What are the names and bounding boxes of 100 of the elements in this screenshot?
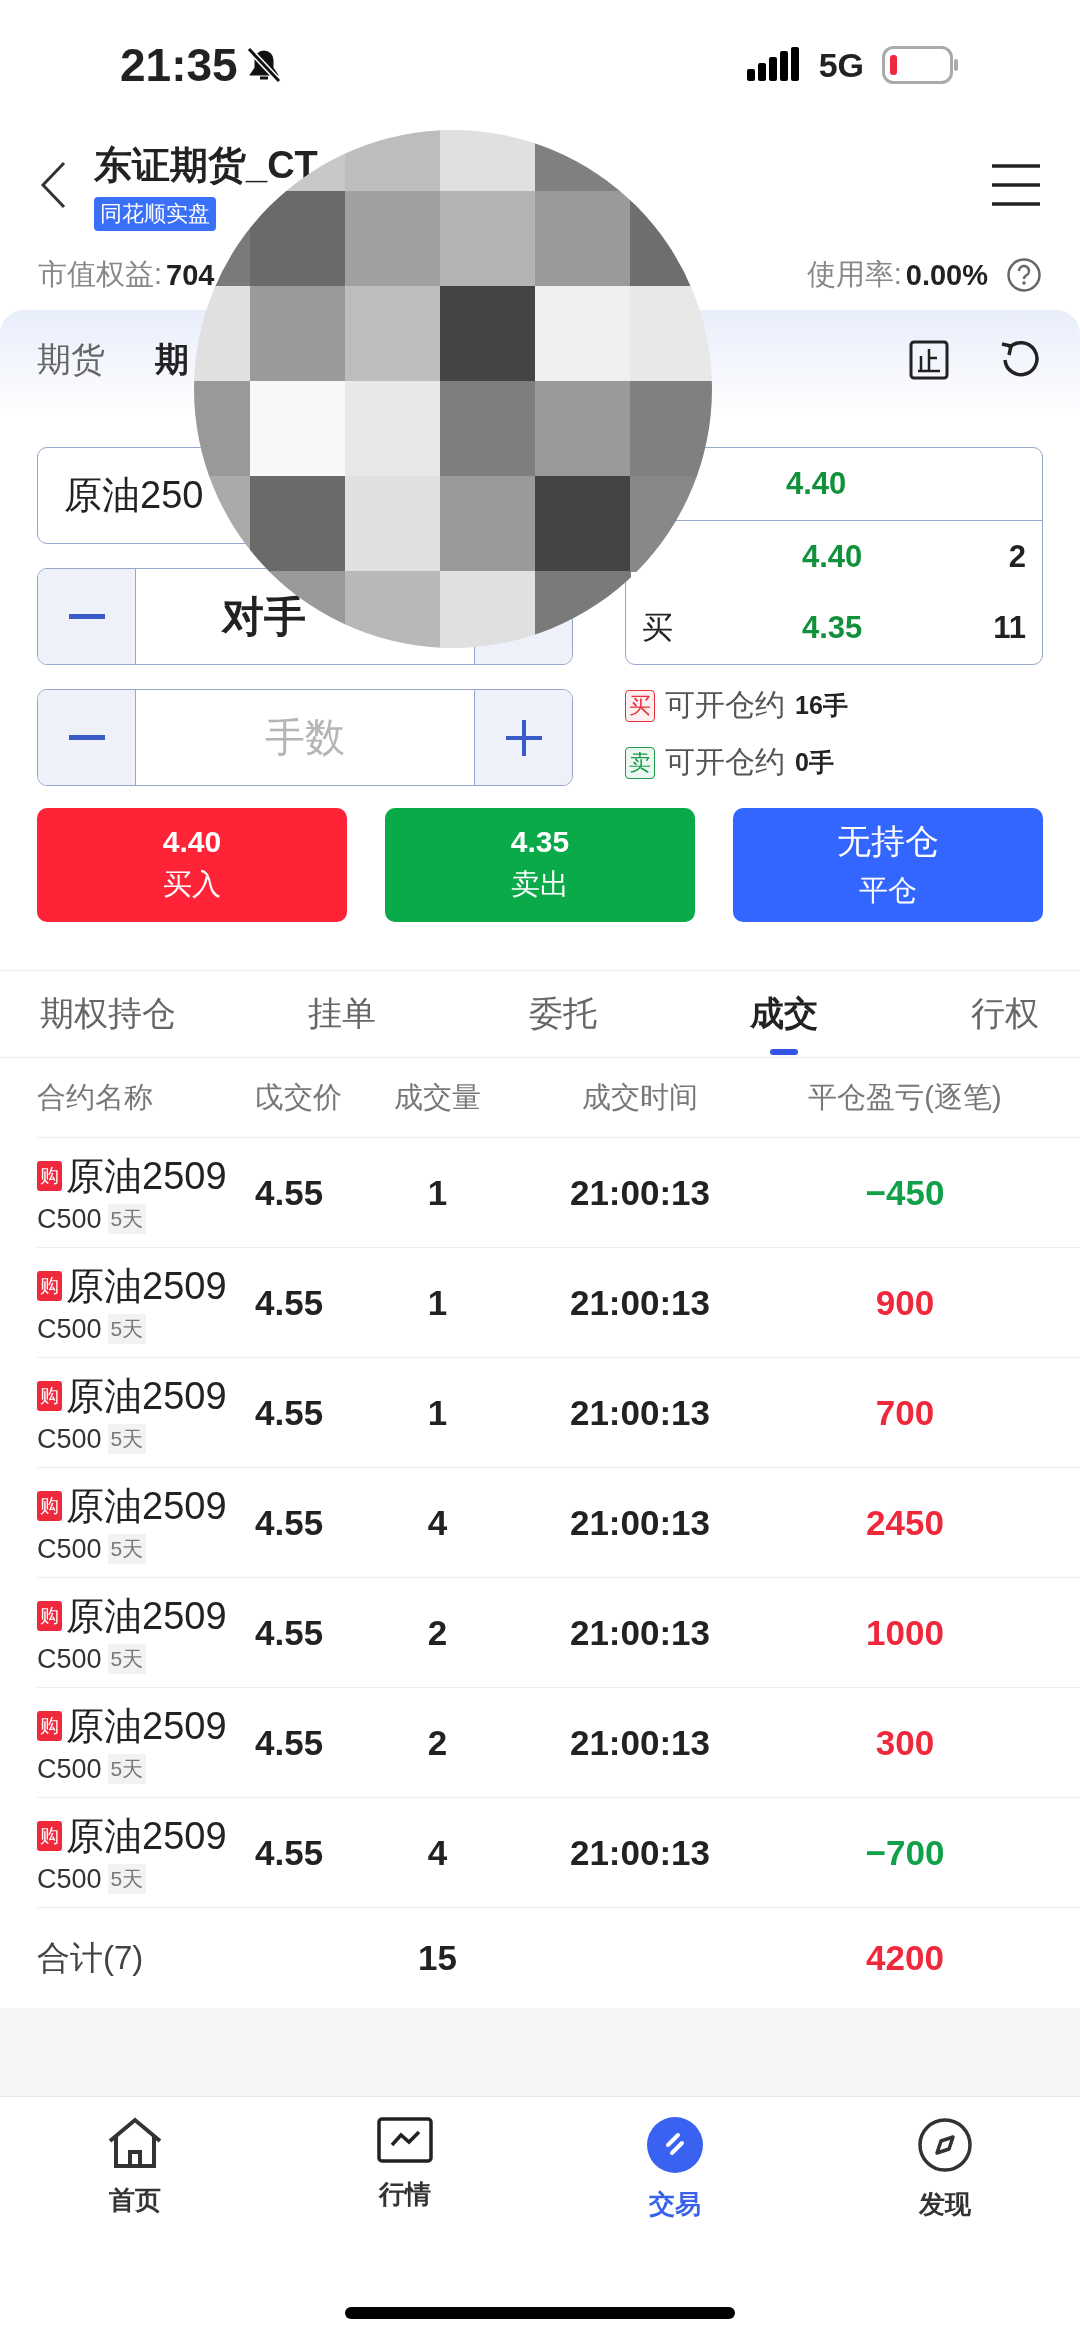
contract-name: 原油2509 [66, 1703, 227, 1749]
table-cell-text: 4.55 [255, 1722, 325, 1763]
strike-label: C500 [37, 1533, 102, 1565]
order-button[interactable]: 4.40 买入 [37, 808, 347, 922]
list-tab[interactable]: 成交 [729, 971, 839, 1057]
nav-tab[interactable]: 发现 [810, 2117, 1080, 2237]
mode-tab[interactable]: 期 [155, 337, 189, 383]
pnl-cell-text: 700 [874, 1392, 936, 1433]
contract-name: 原油2509 [66, 1593, 227, 1639]
call-tag: 购 [37, 1491, 62, 1521]
days-tag: 5天 [107, 1314, 147, 1344]
chart-icon [377, 2117, 433, 2163]
days-tag: 5天 [107, 1204, 147, 1234]
menu-icon[interactable] [992, 164, 1040, 206]
available-amount: 16手 [795, 690, 848, 721]
column-header: 成交时间 [581, 1079, 699, 1115]
table-cell-text: 4.55 [255, 1172, 325, 1213]
table-cell-text: 21:00:13 [568, 1502, 712, 1543]
strike-label: C500 [37, 1643, 102, 1675]
days-tag: 5天 [107, 1864, 147, 1894]
list-tab[interactable]: 期权持仓 [40, 971, 176, 1057]
mode-tab[interactable]: 期货 [37, 337, 105, 383]
list-tab[interactable]: 挂单 [287, 971, 397, 1057]
battery-icon [882, 46, 960, 84]
contract-name: 原油2509 [66, 1153, 227, 1199]
stop-order-icon[interactable] [909, 340, 949, 380]
column-header: 平仓盈亏(逐笔) [807, 1079, 1003, 1115]
quote-side: 买 [642, 609, 674, 648]
quote-price: 4.35 [802, 610, 864, 647]
column-header: 合约名称 [37, 1079, 154, 1115]
table-cell-text: 21:00:13 [568, 1172, 712, 1213]
list-tab[interactable]: 委托 [508, 971, 618, 1057]
side-tag: 卖 [625, 746, 655, 779]
pnl-cell-text: −450 [864, 1172, 946, 1213]
pnl-cell-text: −700 [864, 1832, 946, 1873]
table-cell-text: 2 [426, 1612, 449, 1653]
table-cell-text: 21:00:13 [568, 1832, 712, 1873]
account-title: 东证期货_CT [94, 142, 319, 188]
usage-value: 0.00% [905, 258, 988, 292]
order-button[interactable]: 4.35 卖出 [385, 808, 695, 922]
days-tag: 5天 [107, 1754, 147, 1784]
compass-icon [917, 2117, 973, 2173]
nav-tab[interactable]: 行情 [270, 2117, 540, 2237]
side-tag: 买 [625, 689, 655, 722]
strike-label: C500 [37, 1423, 102, 1455]
available-amount: 0手 [795, 747, 834, 778]
quote-price: 4.40 [802, 538, 864, 575]
call-tag: 购 [37, 1711, 62, 1741]
contract-name: 原油2509 [66, 1483, 227, 1529]
table-cell-text: 1 [426, 1392, 449, 1433]
call-tag: 购 [37, 1271, 62, 1301]
contract-name: 原油2509 [66, 1813, 227, 1859]
table-cell-text: 4.55 [255, 1612, 325, 1653]
table-cell-text: 21:00:13 [568, 1392, 712, 1433]
pnl-cell-text: 1000 [865, 1612, 945, 1653]
help-icon[interactable] [1006, 257, 1042, 293]
table-cell-text: 4.55 [255, 1392, 325, 1433]
table-cell-text: 4.55 [255, 1502, 325, 1543]
available-label: 可开仓约 [665, 687, 785, 723]
pnl-cell-text: 2450 [865, 1502, 945, 1543]
days-tag: 5天 [107, 1424, 147, 1454]
strike-label: C500 [37, 1863, 102, 1895]
last-price: 4.40 [786, 466, 847, 502]
trade-icon [647, 2117, 703, 2173]
column-header: 戉交价 [255, 1079, 343, 1115]
table-cell-text: 21:00:13 [568, 1722, 712, 1763]
equity-label: 市值权益: [38, 257, 163, 292]
lots-stepper[interactable]: 手数 [37, 689, 573, 786]
quote-qty: 2 [1008, 538, 1026, 575]
quote-qty: 11 [993, 610, 1026, 647]
signal-icon [746, 47, 801, 83]
bell-off-icon [245, 46, 282, 84]
usage-label: 使用率: [806, 257, 902, 292]
nav-tab[interactable]: 交易 [540, 2117, 810, 2237]
call-tag: 购 [37, 1601, 62, 1631]
minus-icon [68, 734, 105, 741]
order-button[interactable]: 无持仓 平仓 [733, 808, 1043, 922]
status-time: 21:35 [120, 38, 238, 92]
plus-button[interactable] [474, 690, 572, 785]
available-label: 可开仓约 [665, 744, 785, 780]
table-cell-text: 4 [426, 1832, 449, 1873]
account-badge: 同花顺实盘 [94, 196, 216, 231]
table-cell-text: 1 [426, 1172, 449, 1213]
minus-icon [68, 613, 105, 620]
strike-label: C500 [37, 1753, 102, 1785]
total-qty: 15 [417, 1938, 458, 1978]
total-pnl: 4200 [865, 1938, 945, 1978]
call-tag: 购 [37, 1161, 62, 1191]
nav-tab[interactable]: 首页 [0, 2117, 270, 2237]
contract-name: 原油2509 [66, 1263, 227, 1309]
table-cell-text: 4.55 [255, 1282, 325, 1323]
back-icon[interactable] [40, 161, 66, 209]
total-label: 合计(7) [37, 1937, 145, 1978]
home-icon [106, 2117, 164, 2169]
days-tag: 5天 [107, 1534, 147, 1564]
equity-value: 704 [166, 258, 215, 292]
network-label: 5G [818, 45, 864, 85]
pnl-cell-text: 900 [874, 1282, 936, 1323]
column-header: 成交量 [393, 1079, 482, 1115]
list-tab[interactable]: 行权 [950, 971, 1060, 1057]
